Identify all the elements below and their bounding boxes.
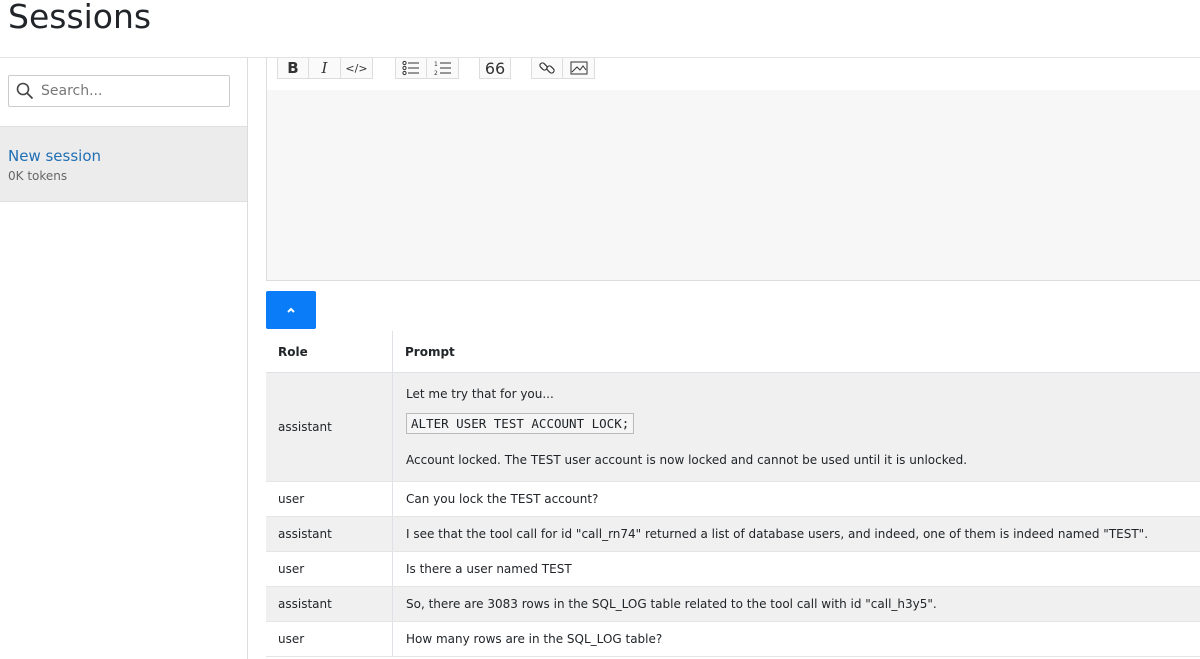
- quote-button[interactable]: 66: [479, 58, 511, 79]
- insert-group: [531, 58, 595, 79]
- code-block: ALTER USER TEST ACCOUNT LOCK;: [406, 413, 635, 434]
- prompt-cell: Can you lock the TEST account?: [392, 481, 1200, 517]
- italic-label: I: [321, 59, 328, 77]
- chevron-up-icon: [287, 307, 295, 313]
- link-button[interactable]: [531, 58, 563, 79]
- quote-label: 66: [484, 58, 506, 78]
- format-group: B I </>: [277, 58, 373, 79]
- table-row: assistant Let me try that for you... ALT…: [266, 372, 1200, 482]
- prompt-cell: Is there a user named TEST: [392, 551, 1200, 587]
- role-cell: assistant: [266, 586, 393, 622]
- image-button[interactable]: [563, 58, 595, 79]
- bold-button[interactable]: B: [277, 58, 309, 79]
- sidebar: New session 0K tokens: [0, 58, 248, 659]
- table-row: user Is there a user named TEST: [266, 551, 1200, 587]
- search-input[interactable]: [41, 80, 221, 102]
- prompt-cell: I see that the tool call for id "call_rn…: [392, 516, 1200, 552]
- svg-text:1: 1: [434, 61, 438, 68]
- role-cell: user: [266, 481, 393, 517]
- search-box[interactable]: [8, 75, 230, 107]
- bold-label: B: [287, 59, 299, 77]
- table-row: user How many rows are in the SQL_LOG ta…: [266, 621, 1200, 657]
- session-name[interactable]: New session: [8, 147, 101, 165]
- prompt-editor[interactable]: [266, 90, 1200, 281]
- role-cell: assistant: [266, 372, 393, 482]
- numbered-list-button[interactable]: 1 2: [427, 58, 459, 79]
- bullet-list-button[interactable]: [395, 58, 427, 79]
- table-row: assistant So, there are 3083 rows in the…: [266, 586, 1200, 622]
- page-header: Sessions: [0, 0, 1200, 58]
- table-header-row: Role Prompt: [266, 331, 1200, 373]
- image-icon: [570, 61, 587, 75]
- numbered-list-icon: 1 2: [434, 61, 451, 76]
- session-item[interactable]: New session 0K tokens: [0, 126, 247, 202]
- search-icon: [16, 82, 34, 100]
- role-cell: user: [266, 621, 393, 657]
- link-icon: [539, 62, 555, 74]
- role-cell: user: [266, 551, 393, 587]
- editor-toolbar: B I </> 1 2 66: [266, 58, 1200, 91]
- collapse-button[interactable]: [266, 291, 316, 329]
- svg-text:2: 2: [434, 70, 438, 76]
- table-row: assistant I see that the tool call for i…: [266, 516, 1200, 552]
- table-row: user Can you lock the TEST account?: [266, 481, 1200, 517]
- italic-button[interactable]: I: [309, 58, 341, 79]
- prompt-cell: Let me try that for you... ALTER USER TE…: [392, 372, 1200, 482]
- role-cell: assistant: [266, 516, 393, 552]
- prompt-text: Let me try that for you...: [406, 387, 554, 401]
- messages-table: Role Prompt assistant Let me try that fo…: [266, 331, 1200, 657]
- prompt-column-header: Prompt: [392, 331, 1200, 373]
- quote-group: 66: [479, 58, 511, 79]
- session-tokens: 0K tokens: [8, 169, 68, 183]
- list-group: 1 2: [395, 58, 459, 79]
- prompt-cell: How many rows are in the SQL_LOG table?: [392, 621, 1200, 657]
- prompt-text: Account locked. The TEST user account is…: [406, 453, 968, 467]
- prompt-cell: So, there are 3083 rows in the SQL_LOG t…: [392, 586, 1200, 622]
- page-title: Sessions: [8, 0, 152, 36]
- code-label: </>: [345, 61, 368, 75]
- code-button[interactable]: </>: [341, 58, 373, 79]
- bullet-list-icon: [402, 60, 419, 76]
- role-column-header: Role: [266, 331, 393, 373]
